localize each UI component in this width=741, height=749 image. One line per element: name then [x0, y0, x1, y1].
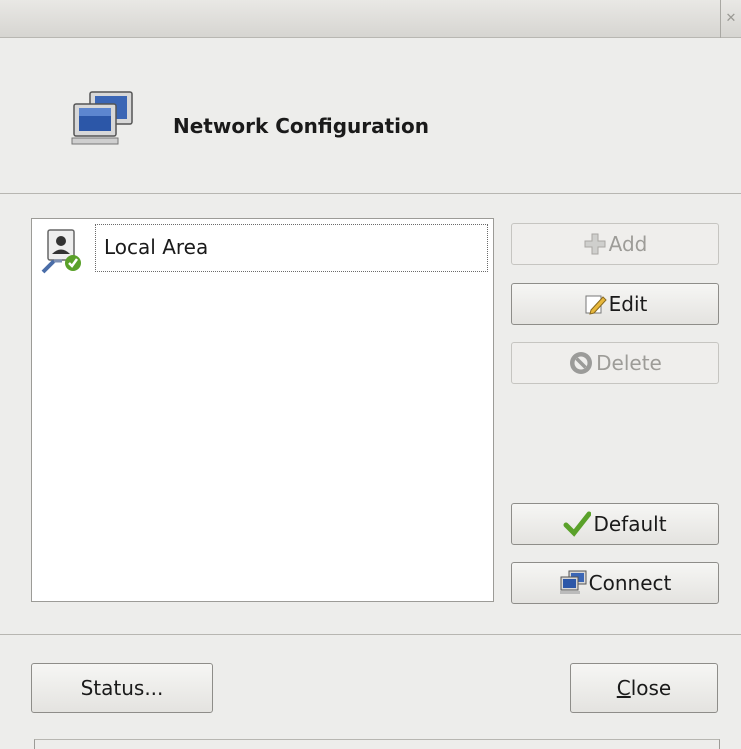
close-mnemonic: C: [616, 676, 631, 700]
connect-label: Connect: [588, 571, 672, 595]
edit-button[interactable]: Edit: [511, 283, 719, 325]
close-label-rest: lose: [630, 676, 672, 700]
plus-icon: [584, 233, 606, 255]
no-entry-icon: [570, 352, 593, 374]
network-computers-icon: [70, 90, 136, 152]
delete-button[interactable]: Delete: [511, 342, 719, 384]
title-bar: ✕: [0, 0, 741, 38]
divider: [0, 634, 741, 635]
add-button[interactable]: Add: [511, 223, 719, 265]
network-connect-icon: [559, 570, 587, 594]
connect-button[interactable]: Connect: [511, 562, 719, 604]
header: Network Configuration: [0, 38, 741, 194]
connection-ok-icon: [40, 228, 86, 278]
list-item-local-area[interactable]: Local Area: [95, 224, 488, 272]
add-label: Add: [608, 232, 648, 256]
bottom-edge: [34, 739, 720, 749]
window-close-icon[interactable]: ✕: [720, 0, 741, 38]
page-title: Network Configuration: [173, 114, 429, 138]
default-label: Default: [593, 512, 667, 536]
checkmark-icon: [563, 511, 592, 537]
delete-label: Delete: [596, 351, 662, 375]
connection-list[interactable]: Local Area: [31, 218, 494, 602]
status-label: Status...: [80, 676, 164, 700]
default-button[interactable]: Default: [511, 503, 719, 545]
edit-label: Edit: [608, 292, 648, 316]
close-button[interactable]: Close: [570, 663, 718, 713]
pencil-icon: [585, 295, 607, 315]
close-label: Close: [617, 676, 672, 700]
status-button[interactable]: Status...: [31, 663, 213, 713]
